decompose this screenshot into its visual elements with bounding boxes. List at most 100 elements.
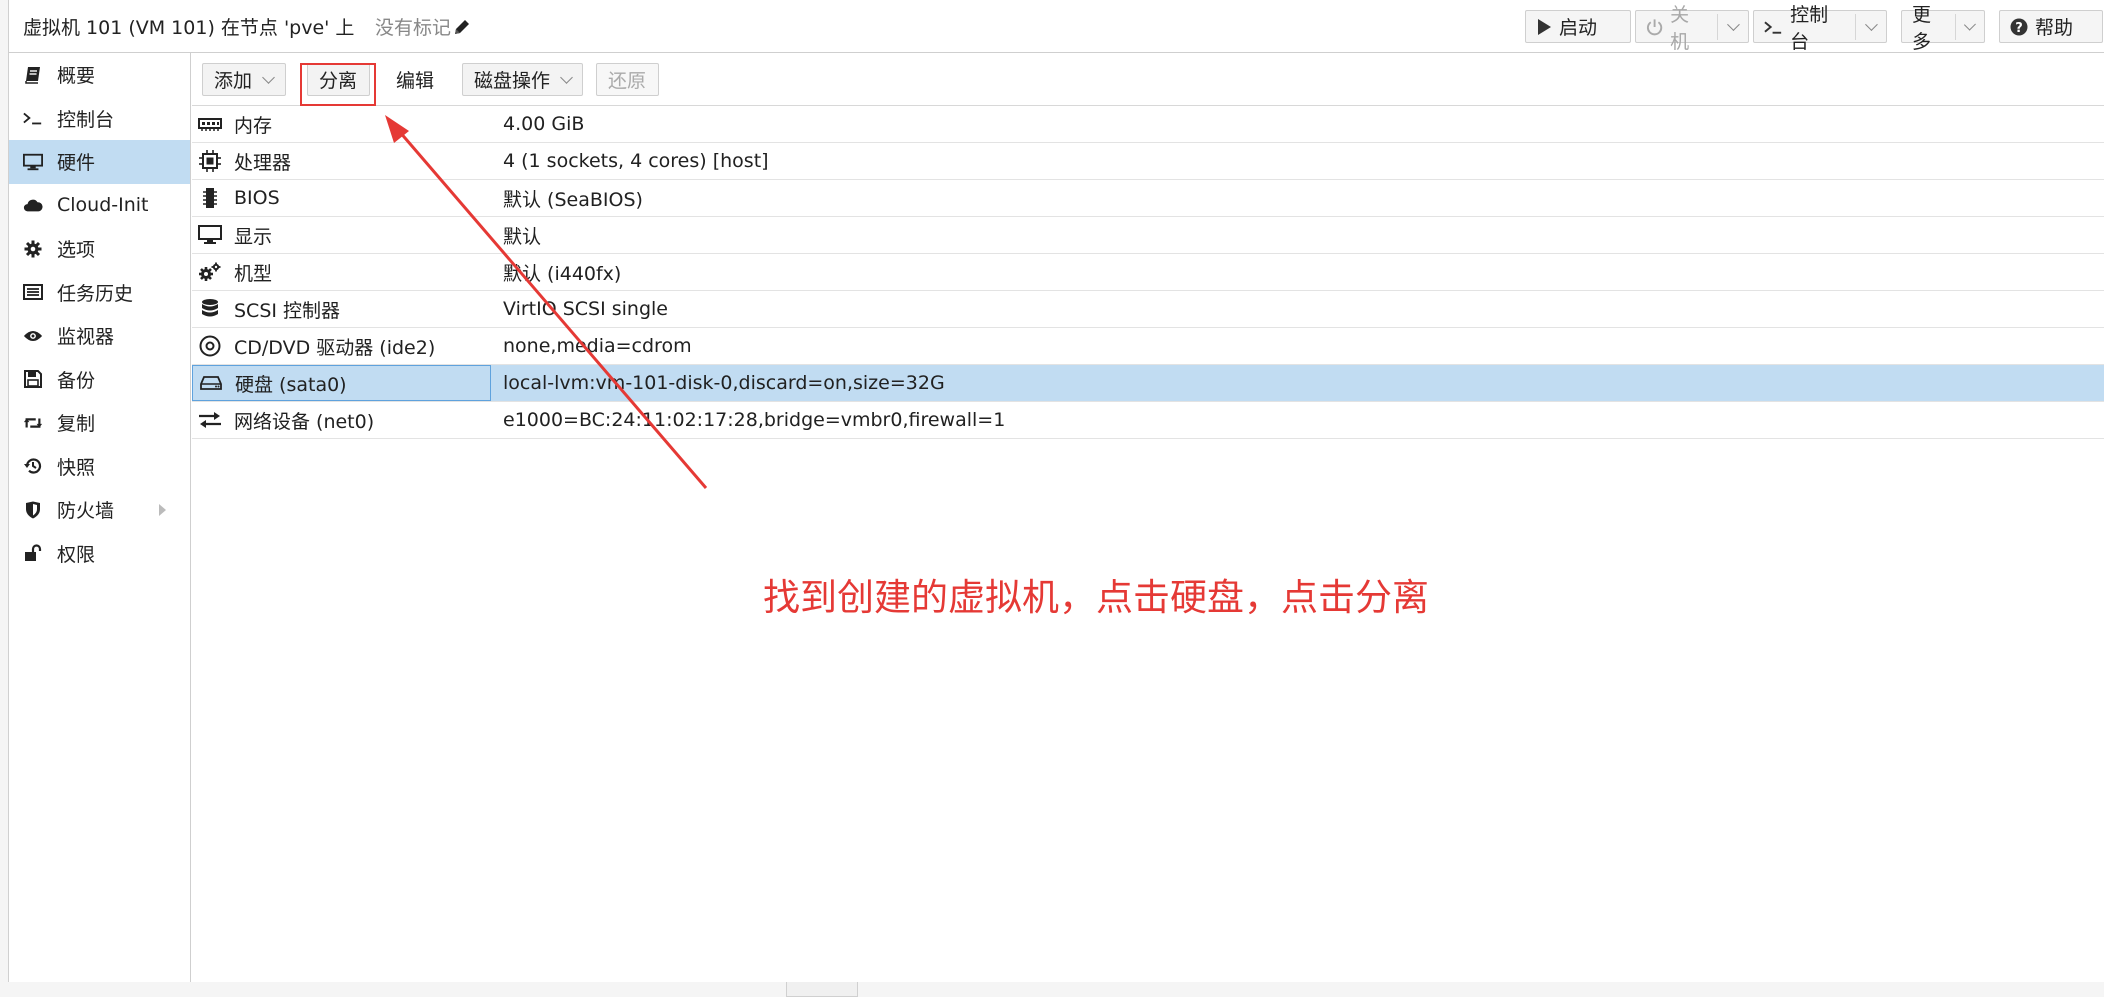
row-name: 网络设备 (net0) — [234, 410, 375, 433]
database-icon — [198, 298, 222, 320]
sidebar-item-label: 硬件 — [57, 152, 96, 175]
chevron-down-icon[interactable] — [1865, 17, 1878, 31]
row-value: 默认 (i440fx) — [503, 262, 622, 285]
list-icon — [23, 284, 43, 301]
shutdown-label: 关机 — [1670, 3, 1690, 53]
row-name: SCSI 控制器 — [234, 299, 341, 322]
resize-handle[interactable] — [786, 982, 858, 997]
sidebar-item-label: 控制台 — [57, 108, 115, 131]
sidebar-item-permissions[interactable]: 权限 — [9, 532, 190, 576]
sidebar-item-snapshots[interactable]: 快照 — [9, 445, 190, 489]
gear-icon — [23, 240, 43, 258]
sidebar-item-label: 复制 — [57, 413, 96, 436]
more-label: 更多 — [1912, 3, 1932, 53]
hardware-toolbar: 添加 分离 编辑 磁盘操作 还原 — [192, 53, 2104, 106]
app-window: 虚拟机 101 (VM 101) 在节点 'pve' 上 没有标记 启动 关机 — [8, 0, 2104, 982]
row-name: BIOS — [234, 187, 280, 209]
table-row[interactable]: SCSI 控制器 VirtIO SCSI single — [192, 291, 2104, 328]
table-row[interactable]: 处理器 4 (1 sockets, 4 cores) [host] — [192, 143, 2104, 180]
top-header: 虚拟机 101 (VM 101) 在节点 'pve' 上 没有标记 启动 关机 — [9, 0, 2104, 53]
sidebar-item-task-history[interactable]: 任务历史 — [9, 271, 190, 315]
display-icon — [198, 225, 222, 245]
row-name: 处理器 — [234, 151, 292, 174]
sidebar-item-monitor[interactable]: 监视器 — [9, 314, 190, 358]
add-button[interactable]: 添加 — [202, 63, 286, 96]
sidebar-item-label: 快照 — [57, 456, 96, 479]
pencil-icon[interactable] — [453, 18, 471, 36]
history-icon — [23, 457, 43, 475]
annotation-text: 找到创建的虚拟机，点击硬盘，点击分离 — [763, 576, 1429, 619]
sidebar-item-label: 备份 — [57, 369, 96, 392]
hardware-grid: 内存 4.00 GiB 处理器 4 (1 sockets, 4 cores) [… — [192, 106, 2104, 439]
row-value: local-lvm:vm-101-disk-0,discard=on,size=… — [503, 372, 945, 394]
chip-icon — [198, 187, 222, 209]
table-row[interactable]: BIOS 默认 (SeaBIOS) — [192, 180, 2104, 217]
revert-label: 还原 — [608, 70, 647, 92]
row-value: none,media=cdrom — [503, 335, 692, 357]
hdd-icon — [199, 375, 223, 391]
floppy-icon — [23, 370, 43, 389]
eye-icon — [23, 329, 43, 343]
disc-icon — [198, 335, 222, 357]
sidebar-item-hardware[interactable]: 硬件 — [9, 140, 190, 184]
row-name: CD/DVD 驱动器 (ide2) — [234, 336, 436, 359]
shield-icon — [23, 501, 43, 519]
table-row[interactable]: 显示 默认 — [192, 217, 2104, 254]
row-value: 4.00 GiB — [503, 113, 585, 135]
edit-button[interactable]: 编辑 — [384, 63, 448, 96]
book-icon — [23, 66, 43, 84]
start-button[interactable]: 启动 — [1525, 10, 1631, 43]
shutdown-button[interactable]: 关机 — [1635, 4, 1749, 53]
add-label: 添加 — [214, 70, 253, 92]
help-button[interactable]: ? 帮助 — [1999, 10, 2103, 43]
sidebar-item-console[interactable]: 控制台 — [9, 97, 190, 141]
console-button[interactable]: 控制台 — [1753, 4, 1887, 53]
chevron-down-icon[interactable] — [1727, 17, 1740, 31]
monitor-icon — [23, 153, 43, 171]
sidebar-item-replication[interactable]: 复制 — [9, 401, 190, 445]
memory-icon — [198, 117, 222, 131]
expand-arrow-icon[interactable] — [159, 504, 166, 516]
edit-label: 编辑 — [396, 70, 435, 92]
terminal-icon — [1764, 21, 1782, 34]
highlight-box — [300, 63, 376, 106]
row-value: 默认 (SeaBIOS) — [503, 188, 643, 211]
chevron-down-icon — [262, 70, 275, 84]
row-name: 显示 — [234, 225, 273, 248]
revert-button[interactable]: 还原 — [596, 63, 659, 96]
cpu-icon — [198, 150, 222, 172]
disk-action-button[interactable]: 磁盘操作 — [462, 63, 583, 96]
sidebar-item-options[interactable]: 选项 — [9, 227, 190, 271]
hardware-panel: 添加 分离 编辑 磁盘操作 还原 内存 4.00 GiB 处理器 4 (1 so… — [192, 53, 2104, 982]
sidebar-item-firewall[interactable]: 防火墙 — [9, 488, 190, 532]
table-row[interactable]: CD/DVD 驱动器 (ide2) none,media=cdrom — [192, 328, 2104, 365]
row-name: 硬盘 (sata0) — [235, 373, 347, 396]
play-icon — [1538, 18, 1551, 35]
row-value: e1000=BC:24:11:02:17:28,bridge=vmbr0,fir… — [503, 409, 1006, 431]
sidebar-item-backup[interactable]: 备份 — [9, 358, 190, 402]
table-row[interactable]: 机型 默认 (i440fx) — [192, 254, 2104, 291]
disk-action-label: 磁盘操作 — [474, 70, 551, 92]
sidebar-item-summary[interactable]: 概要 — [9, 53, 190, 97]
start-label: 启动 — [1559, 17, 1598, 39]
help-label: 帮助 — [2035, 17, 2074, 39]
sidebar-item-cloud-init[interactable]: Cloud-Init — [9, 184, 190, 228]
more-button[interactable]: 更多 — [1901, 4, 1985, 53]
table-row[interactable]: 内存 4.00 GiB — [192, 106, 2104, 143]
row-value: VirtIO SCSI single — [503, 298, 668, 320]
table-row[interactable]: 网络设备 (net0) e1000=BC:24:11:02:17:28,brid… — [192, 402, 2104, 439]
table-row-selected[interactable]: 硬盘 (sata0) local-lvm:vm-101-disk-0,disca… — [192, 365, 2104, 402]
chevron-down-icon[interactable] — [1964, 18, 1977, 30]
page-title: 虚拟机 101 (VM 101) 在节点 'pve' 上 — [23, 17, 355, 39]
chevron-down-icon — [560, 70, 573, 84]
svg-text:?: ? — [2015, 21, 2023, 36]
row-name: 机型 — [234, 262, 273, 285]
unlock-icon — [23, 544, 43, 562]
row-name: 内存 — [234, 114, 273, 137]
exchange-icon — [198, 411, 222, 429]
row-value: 4 (1 sockets, 4 cores) [host] — [503, 150, 769, 172]
sidebar-item-label: 监视器 — [57, 326, 115, 349]
console-label: 控制台 — [1790, 3, 1829, 53]
tags-editor[interactable]: 没有标记 — [375, 13, 471, 40]
cogs-icon — [198, 262, 222, 282]
